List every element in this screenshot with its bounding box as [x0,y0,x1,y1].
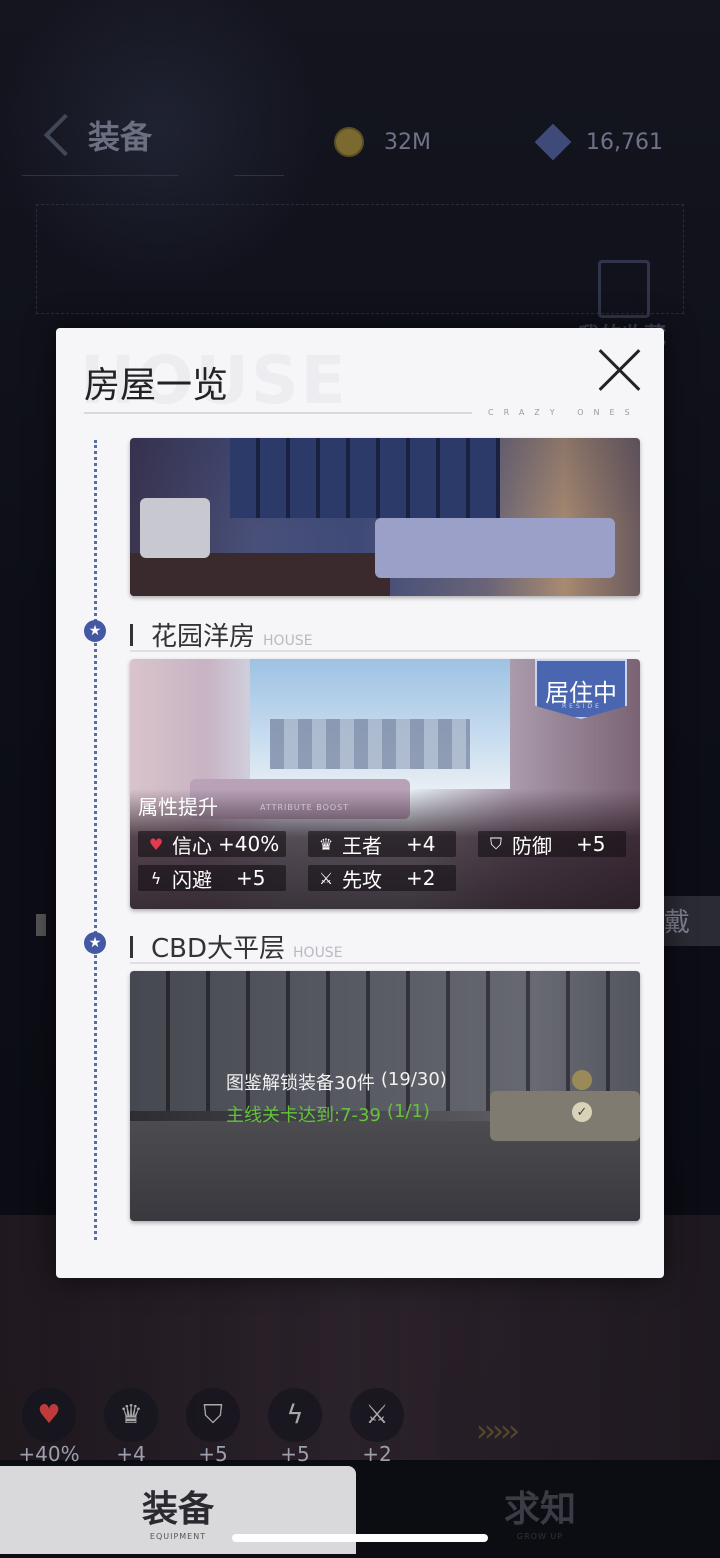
crown-icon: ♛ [104,1388,158,1442]
tab-sublabel: GROW UP [516,1531,564,1541]
gem-counter: 16,761 [534,123,663,161]
attribute-defense: ⛉ 防御 +5 [478,831,626,858]
living-badge-sub: RESIDE [562,703,602,710]
unlock-condition: 主线关卡达到:7-39 (1/1) [226,1101,430,1127]
city-view [270,719,470,769]
swords-icon: ⚔ [318,868,334,888]
gold-counter: 32M [334,124,431,160]
attribute-name: 先攻 [342,867,382,892]
left-tab-marker [36,914,46,936]
house-name: CBD大平层 [151,934,286,964]
attribute-value: +5 [576,832,606,856]
coin-icon [334,127,364,157]
house-card-luxury[interactable] [130,438,640,596]
condition-progress: (19/30) [380,1069,447,1090]
house-sub: HOUSE [293,945,343,961]
locked-overlay [130,971,640,1221]
home-indicator[interactable] [232,1534,488,1542]
brand-tag: CRAZY ONES [488,408,640,417]
attribute-name: 闪避 [172,867,212,892]
timeline-star-icon: ★ [84,932,106,954]
house-list-modal: HOUSE 房屋一览 CRAZY ONES ★ 花园洋房 HOUSE 居住中 R… [56,328,664,1278]
condition-text: 图鉴解锁装备30件 [226,1073,375,1094]
condition-progress: (1/1) [386,1101,430,1122]
stat-defense: ⛉ +5 [184,1388,242,1466]
chevrons-decoration: ››››› [476,1414,520,1449]
attribute-value: +5 [236,866,266,890]
timeline-line [94,440,97,1240]
condition-text: 主线关卡达到:7-39 [226,1105,381,1126]
gem-value: 16,761 [586,129,663,155]
house-card-cbd[interactable]: 图鉴解锁装备30件 (19/30) ✓ 主线关卡达到:7-39 (1/1) ✓ [130,971,640,1221]
done-check-icon: ✓ [572,1102,592,1122]
house-header: CBD大平层 HOUSE [130,928,343,965]
shield-icon: ⛉ [489,834,502,853]
attribute-value: +40% [218,832,280,856]
attribute-name: 信心 [172,833,212,858]
attribute-name: 防御 [512,833,552,858]
unlock-condition: 图鉴解锁装备30件 (19/30) [226,1069,447,1095]
attribute-label-sub: ATTRIBUTE BOOST [260,803,350,812]
crown-icon: ♛ [318,834,334,854]
section-divider [130,962,640,964]
house-sub: HOUSE [263,633,313,649]
divider [22,175,178,176]
heart-icon: ♥ [148,834,164,854]
attribute-label: 属性提升 [138,795,218,819]
swords-icon: ⚔ [350,1388,404,1442]
divider [234,175,284,176]
close-icon[interactable] [596,346,642,392]
room-floor [130,553,390,596]
lightning-icon: ϟ [150,868,162,888]
header: 装备 [43,112,153,158]
attribute-initiative: ⚔ 先攻 +2 [308,865,456,892]
stat-initiative: ⚔ +2 [348,1388,406,1466]
side-tab[interactable]: 戴 [658,896,720,946]
house-name: 花园洋房 [151,622,256,652]
attribute-king: ♛ 王者 +4 [308,831,456,858]
tab-label: 求知 [503,1488,576,1530]
room-bed [375,518,615,578]
gold-value: 32M [384,129,431,155]
stat-dodge: ϟ +5 [266,1388,324,1466]
attribute-dodge: ϟ 闪避 +5 [138,865,286,892]
gem-icon [534,123,572,161]
room-chair [140,498,210,558]
tab-sublabel: EQUIPMENT [149,1531,207,1541]
section-divider [130,650,640,652]
stat-bar: ♥ +40% ♛ +4 ⛉ +5 ϟ +5 ⚔ +2 [18,1388,406,1466]
equipment-frame [36,204,684,314]
attribute-confidence: ♥ 信心 +40% [138,831,286,858]
heart-icon: ♥ [22,1388,76,1442]
living-badge: 居住中 [535,659,627,719]
back-arrow-icon[interactable] [43,113,87,157]
page-title: 装备 [88,118,153,156]
shield-icon: ⛉ [186,1388,240,1442]
bottom-nav: 装备 EQUIPMENT 求知 GROW UP [0,1462,720,1558]
house-header: 花园洋房 HOUSE [130,616,313,653]
stat-confidence: ♥ +40% [18,1388,80,1466]
timeline-star-icon: ★ [84,620,106,642]
tab-label: 装备 [141,1488,214,1530]
attribute-value: +4 [406,832,436,856]
lightning-icon: ϟ [268,1388,322,1442]
title-divider [84,412,472,414]
pending-check-icon: ✓ [572,1070,592,1090]
section-bar [130,623,133,646]
house-card-garden[interactable]: 居住中 RESIDE 属性提升 ATTRIBUTE BOOST ♥ 信心 +40… [130,659,640,909]
collection-icon[interactable] [598,260,650,318]
attribute-value: +2 [406,866,436,890]
room-window [230,438,500,518]
attribute-name: 王者 [342,833,382,858]
stat-king: ♛ +4 [102,1388,160,1466]
section-bar [130,935,133,958]
modal-title: 房屋一览 [84,365,229,406]
